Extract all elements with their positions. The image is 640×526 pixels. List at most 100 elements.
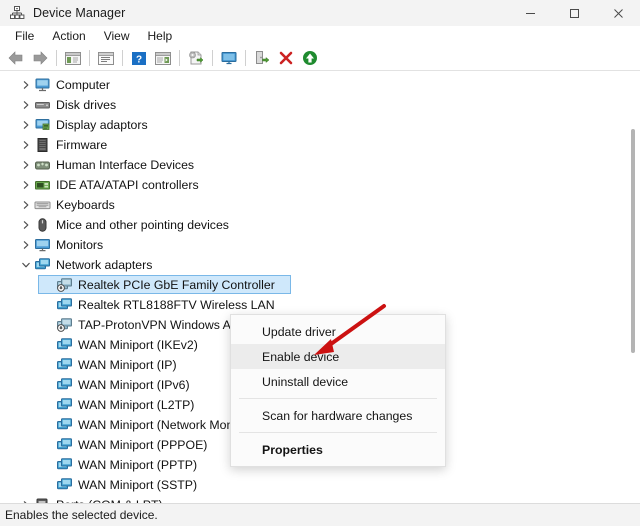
status-text: Enables the selected device. [5,508,158,522]
scan-for-hardware-changes-icon[interactable] [218,47,240,69]
firmware-icon [34,137,51,153]
tree-item[interactable]: Computer [0,75,626,95]
chevron-right-icon[interactable] [18,177,34,193]
tree-item[interactable]: Network adapters [0,255,626,275]
close-button[interactable] [596,0,640,26]
separator-4 [179,50,180,66]
forward-icon[interactable] [29,47,51,69]
network-adapter-icon [56,417,73,433]
tree-item-label: Keyboards [56,198,115,212]
chevron-right-icon[interactable] [18,157,34,173]
device-manager-window: Device Manager File Action View Help ? C… [0,0,640,526]
tree-item-label: WAN Miniport (IP) [78,358,177,372]
chevron-right-icon[interactable] [18,117,34,133]
tree-item-label: WAN Miniport (IPv6) [78,378,190,392]
title-bar: Device Manager [0,0,640,26]
menu-help[interactable]: Help [139,28,182,44]
ctx-properties[interactable]: Properties [231,437,445,462]
tree-item[interactable]: Display adaptors [0,115,626,135]
network-adapter-icon [56,357,73,373]
chevron-right-icon[interactable] [18,137,34,153]
network-adapter-icon [56,337,73,353]
menu-file[interactable]: File [6,28,43,44]
separator-3 [122,50,123,66]
chevron-right-icon[interactable] [18,237,34,253]
chevron-right-icon[interactable] [18,217,34,233]
separator-5 [212,50,213,66]
tree-item-label: WAN Miniport (SSTP) [78,478,198,492]
ctx-enable-device[interactable]: Enable device [231,344,445,369]
tree-item-label: Disk drives [56,98,117,112]
tree-item-label: Mice and other pointing devices [56,218,229,232]
show-hide-action-pane-icon[interactable] [152,47,174,69]
tree-item[interactable]: Disk drives [0,95,626,115]
status-bar: Enables the selected device. [0,503,640,526]
port-icon [34,497,51,503]
monitor-icon [34,237,51,253]
tree-item-label: WAN Miniport (PPTP) [78,458,198,472]
window-controls [508,0,640,26]
tree-item[interactable]: Mice and other pointing devices [0,215,626,235]
tree-item[interactable]: Realtek PCIe GbE Family Controller [0,275,626,295]
uninstall-device-icon[interactable] [275,47,297,69]
enable-device-icon[interactable] [251,47,273,69]
ctx-update-driver[interactable]: Update driver [231,319,445,344]
menu-view[interactable]: View [95,28,139,44]
tree-item[interactable]: IDE ATA/ATAPI controllers [0,175,626,195]
maximize-button[interactable] [552,0,596,26]
help-icon[interactable]: ? [128,47,150,69]
tree-item-label: Human Interface Devices [56,158,195,172]
tree-item-label: Network adapters [56,258,153,272]
enable-up-icon[interactable] [299,47,321,69]
tree-item[interactable]: Realtek RTL8188FTV Wireless LAN [0,295,626,315]
menu-action[interactable]: Action [43,28,94,44]
scrollbar-thumb[interactable] [631,129,635,353]
chevron-right-icon[interactable] [18,197,34,213]
device-tree-area: Computer Disk drives Display adaptors Firmw… [0,71,640,503]
vertical-scrollbar[interactable] [626,71,640,503]
back-icon[interactable] [5,47,27,69]
display-adapter-icon [34,117,51,133]
separator-2 [89,50,90,66]
tree-item-label: Realtek PCIe GbE Family Controller [78,278,275,292]
context-menu-separator-1 [239,398,437,399]
properties-icon[interactable] [95,47,117,69]
tree-item[interactable]: Ports (COM & LPT) [0,495,626,503]
network-adapter-icon [56,397,73,413]
context-menu[interactable]: Update driver Enable device Uninstall de… [230,314,446,467]
svg-text:?: ? [136,54,142,65]
tree-item-label: WAN Miniport (IKEv2) [78,338,198,352]
tree-item[interactable]: Firmware [0,135,626,155]
chevron-right-icon[interactable] [18,97,34,113]
tree-item-label: WAN Miniport (L2TP) [78,398,195,412]
tree-item-label: Firmware [56,138,108,152]
minimize-button[interactable] [508,0,552,26]
tree-item-label: WAN Miniport (PPPOE) [78,438,208,452]
tree-item[interactable]: Keyboards [0,195,626,215]
ctx-scan-hardware-changes[interactable]: Scan for hardware changes [231,403,445,428]
update-driver-icon[interactable] [185,47,207,69]
hid-icon [34,157,51,173]
chevron-right-icon[interactable] [18,497,34,503]
computer-icon [34,77,51,93]
network-adapter-icon [34,257,51,273]
chevron-right-icon[interactable] [18,77,34,93]
chevron-down-icon[interactable] [18,257,34,273]
toolbar: ? [0,46,640,71]
network-adapter-disabled-icon [56,317,73,333]
tree-item-label: Display adaptors [56,118,148,132]
tree-item-label: IDE ATA/ATAPI controllers [56,178,199,192]
window-title: Device Manager [33,6,126,20]
tree-item[interactable]: WAN Miniport (SSTP) [0,475,626,495]
network-adapter-icon [56,377,73,393]
show-hide-console-tree-icon[interactable] [62,47,84,69]
ctx-uninstall-device[interactable]: Uninstall device [231,369,445,394]
tree-item[interactable]: Monitors [0,235,626,255]
tree-item[interactable]: Human Interface Devices [0,155,626,175]
